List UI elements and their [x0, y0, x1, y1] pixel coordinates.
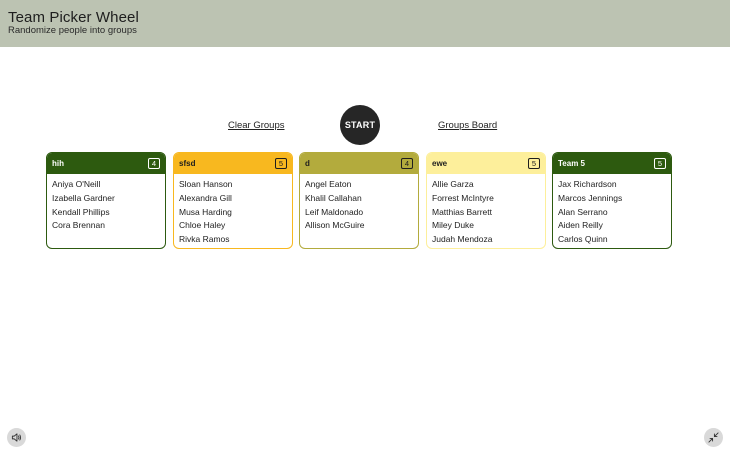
group-header: Team 5 5 [553, 153, 671, 174]
member-item: Allison McGuire [305, 220, 365, 231]
member-item: Allie Garza [432, 179, 474, 189]
sound-toggle-button[interactable] [7, 428, 26, 447]
member-item: Kendall Phillips [52, 206, 110, 217]
groups-board-link[interactable]: Groups Board [438, 120, 497, 131]
member-item: Jax Richardson [558, 179, 617, 189]
group-card: sfsd 5 Sloan Hanson Alexandra Gill Musa … [173, 152, 293, 249]
group-count-badge: 4 [401, 158, 413, 169]
group-card: hih 4 Aniya O'Neill Izabella Gardner Ken… [46, 152, 166, 249]
member-list: Jax Richardson Marcos Jennings Alan Serr… [553, 174, 671, 247]
member-item: Judah Mendoza [432, 234, 493, 245]
app-root: Team Picker Wheel Randomize people into … [0, 0, 730, 454]
member-item: Aniya O'Neill [52, 179, 101, 189]
member-list: Aniya O'Neill Izabella Gardner Kendall P… [47, 174, 165, 233]
member-item: Aiden Reilly [558, 220, 603, 231]
group-header: hih 4 [47, 153, 165, 174]
page-subtitle: Randomize people into groups [8, 25, 137, 36]
group-name: Team 5 [558, 159, 585, 168]
group-count-badge: 5 [654, 158, 666, 169]
start-button[interactable]: START [340, 105, 380, 145]
member-item: Rivka Ramos [179, 234, 230, 245]
member-item: Marcos Jennings [558, 192, 623, 203]
group-count-badge: 5 [528, 158, 540, 169]
group-header: ewe 5 [427, 153, 545, 174]
group-name: sfsd [179, 159, 196, 168]
collapse-icon [708, 432, 719, 443]
member-list: Angel Eaton Khalil Callahan Leif Maldona… [300, 174, 418, 233]
member-item: Cora Brennan [52, 220, 105, 231]
member-item: Musa Harding [179, 206, 232, 217]
member-item: Sloan Hanson [179, 179, 233, 189]
group-card: ewe 5 Allie Garza Forrest McIntyre Matth… [426, 152, 546, 249]
member-item: Forrest McIntyre [432, 192, 494, 203]
member-item: Alexandra Gill [179, 192, 232, 203]
member-item: Alan Serrano [558, 206, 608, 217]
group-name: ewe [432, 159, 448, 168]
member-list: Allie Garza Forrest McIntyre Matthias Ba… [427, 174, 545, 247]
group-count-badge: 4 [148, 158, 160, 169]
group-header: sfsd 5 [174, 153, 292, 174]
member-item: Leif Maldonado [305, 206, 364, 217]
header-bar: Team Picker Wheel Randomize people into … [0, 0, 730, 47]
speaker-icon [11, 433, 22, 442]
clear-groups-link[interactable]: Clear Groups [228, 120, 285, 131]
member-item: Izabella Gardner [52, 192, 115, 203]
member-item: Chloe Haley [179, 220, 226, 231]
group-name: d [305, 159, 310, 168]
exit-fullscreen-button[interactable] [704, 428, 723, 447]
group-card: d 4 Angel Eaton Khalil Callahan Leif Mal… [299, 152, 419, 249]
member-item: Miley Duke [432, 220, 475, 231]
page-title: Team Picker Wheel [8, 9, 139, 26]
member-item: Matthias Barrett [432, 206, 492, 217]
member-item: Carlos Quinn [558, 234, 608, 245]
group-name: hih [52, 159, 64, 168]
member-list: Sloan Hanson Alexandra Gill Musa Harding… [174, 174, 292, 247]
group-count-badge: 5 [275, 158, 287, 169]
member-item: Angel Eaton [305, 179, 352, 189]
group-header: d 4 [300, 153, 418, 174]
member-item: Khalil Callahan [305, 192, 362, 203]
group-card: Team 5 5 Jax Richardson Marcos Jennings … [552, 152, 672, 249]
